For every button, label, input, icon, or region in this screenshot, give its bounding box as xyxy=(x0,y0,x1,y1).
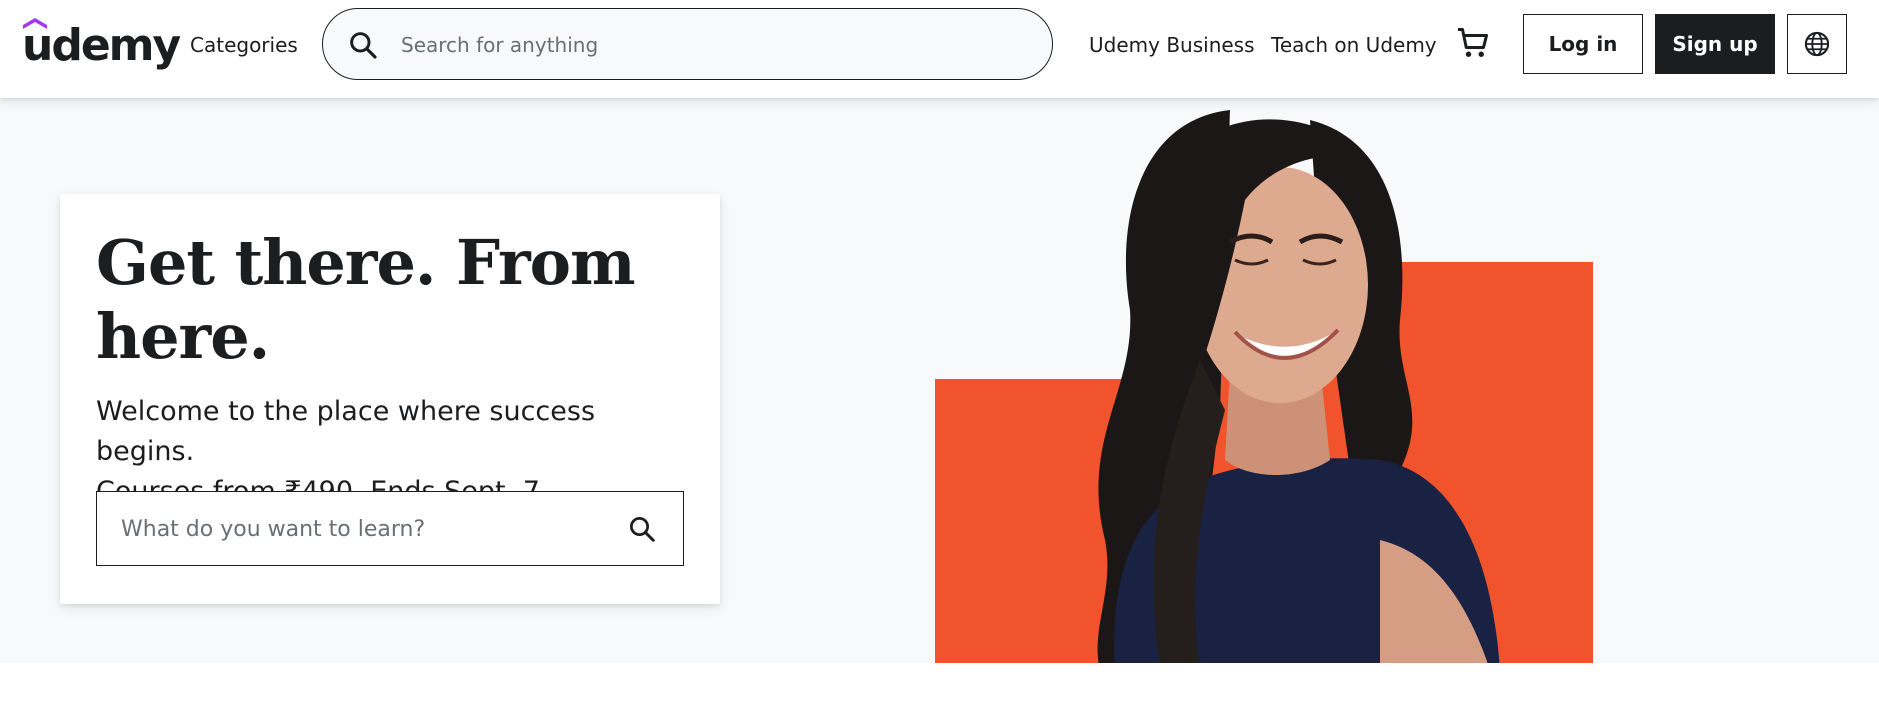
cart-icon[interactable] xyxy=(1455,25,1491,61)
hero-banner: Get there. From here. Welcome to the pla… xyxy=(0,98,1879,663)
header-search-input[interactable] xyxy=(401,23,1021,67)
search-icon[interactable] xyxy=(627,514,657,544)
categories-link[interactable]: Categories xyxy=(190,33,298,57)
teach-on-udemy-link[interactable]: Teach on Udemy xyxy=(1271,33,1437,57)
hero-promo-card: Get there. From here. Welcome to the pla… xyxy=(60,194,720,604)
header-search-bar[interactable] xyxy=(322,8,1053,80)
hero-search-box[interactable] xyxy=(96,491,684,566)
globe-icon xyxy=(1804,31,1830,57)
signup-button[interactable]: Sign up xyxy=(1655,14,1775,74)
top-navigation-bar: udemy Categories Udemy Business Teach on… xyxy=(0,0,1879,98)
hero-subtitle-line-1: Welcome to the place where success begin… xyxy=(96,396,596,467)
language-button[interactable] xyxy=(1787,14,1847,74)
hero-person-image xyxy=(1097,110,1500,663)
search-icon[interactable] xyxy=(347,29,379,61)
logo-cap-icon xyxy=(23,18,47,29)
login-button[interactable]: Log in xyxy=(1523,14,1643,74)
hero-headline: Get there. From here. xyxy=(96,226,636,373)
udemy-logo[interactable]: udemy xyxy=(22,18,181,72)
hero-search-input[interactable] xyxy=(121,510,611,548)
udemy-business-link[interactable]: Udemy Business xyxy=(1089,33,1255,57)
